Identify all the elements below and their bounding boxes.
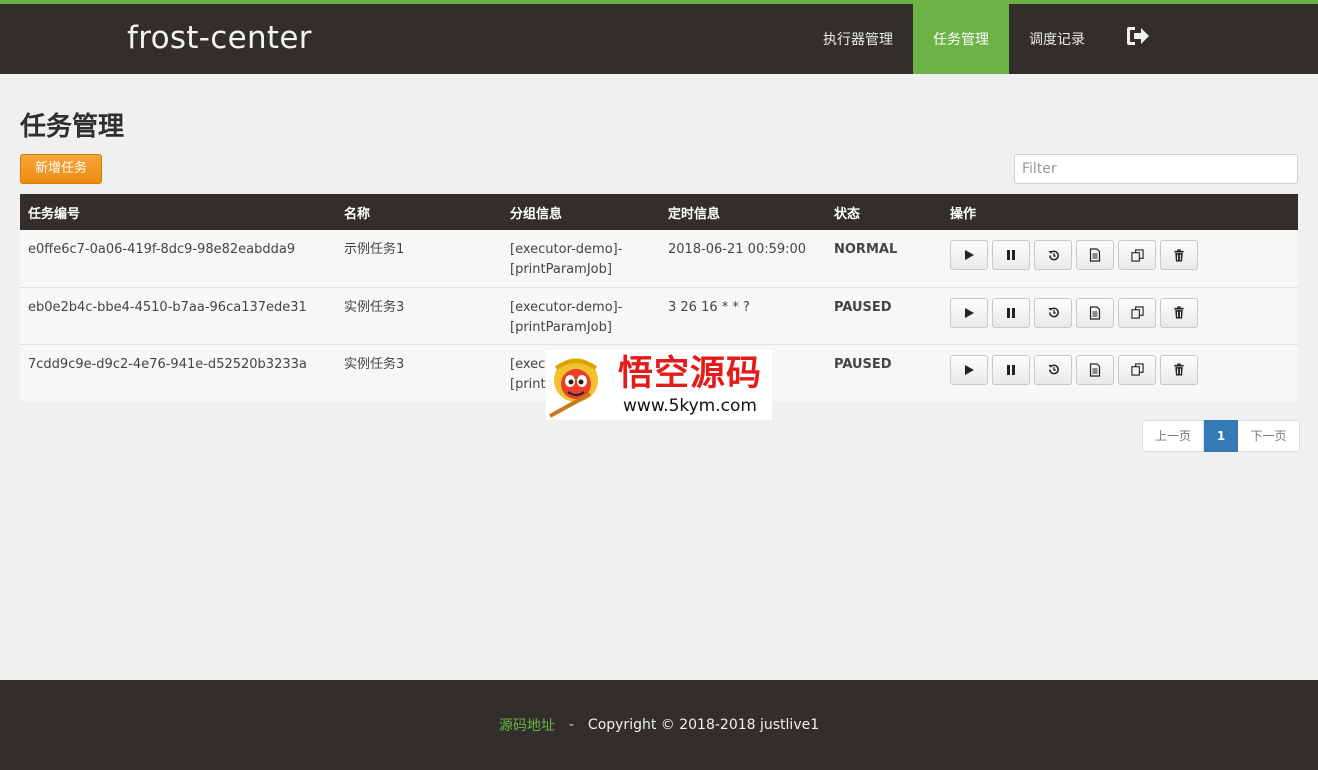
task-group-cell: [executor-demo]-[printParamJob] — [502, 287, 660, 345]
task-schedule-cell: 2018-06-21 00:59:00 — [660, 230, 826, 288]
column-header-status: 状态 — [826, 194, 942, 230]
task-name-cell: 示例任务1 — [336, 230, 502, 288]
play-button[interactable] — [950, 354, 988, 385]
column-header-group: 分组信息 — [502, 194, 660, 230]
log-file-button[interactable] — [1076, 240, 1114, 270]
watermark-url: www.5kym.com — [623, 396, 757, 416]
copy-button[interactable] — [1118, 240, 1156, 270]
column-header-schedule: 定时信息 — [660, 194, 826, 230]
copy-button[interactable] — [1118, 297, 1156, 328]
nav-dispatch-log[interactable]: 调度记录 — [1009, 4, 1105, 74]
table-row: e0ffe6c7-0a06-419f-8dc9-98e82eabdda9 示例任务… — [20, 230, 1298, 288]
pause-button[interactable] — [992, 240, 1030, 270]
watermark-brand-text: 悟空源码 — [617, 353, 762, 394]
play-icon — [963, 307, 975, 319]
watermark-logo: 悟空源码 www.5kym.com — [546, 350, 772, 420]
page-1-button[interactable]: 1 — [1204, 420, 1238, 452]
pause-icon — [1005, 249, 1017, 261]
play-icon — [963, 364, 975, 376]
pause-icon — [1005, 364, 1017, 376]
history-icon — [1047, 249, 1060, 262]
task-id-cell: e0ffe6c7-0a06-419f-8dc9-98e82eabdda9 — [20, 230, 336, 288]
page-title: 任务管理 — [20, 112, 125, 142]
task-name-cell: 实例任务3 — [336, 344, 502, 401]
top-navbar: frost-center 执行器管理 任务管理 调度记录 — [0, 0, 1318, 74]
source-code-link[interactable]: 源码地址 — [499, 715, 555, 735]
add-task-button[interactable]: 新增任务 — [20, 154, 102, 184]
row-actions — [950, 354, 1290, 385]
next-page-button[interactable]: 下一页 — [1238, 420, 1300, 452]
copy-button[interactable] — [1118, 354, 1156, 385]
trash-icon — [1173, 306, 1185, 319]
history-button[interactable] — [1034, 240, 1072, 270]
brand-logo[interactable]: frost-center — [127, 20, 312, 56]
trash-icon — [1173, 248, 1185, 262]
status-badge: NORMAL — [826, 230, 942, 288]
history-button[interactable] — [1034, 297, 1072, 328]
row-actions — [950, 240, 1290, 270]
log-file-icon — [1089, 305, 1101, 320]
row-actions — [950, 297, 1290, 328]
copy-icon — [1130, 306, 1144, 319]
sign-out-icon[interactable] — [1125, 4, 1151, 74]
history-icon — [1047, 306, 1060, 319]
table-row: eb0e2b4c-bbe4-4510-b7aa-96ca137ede31 实例任务… — [20, 287, 1298, 345]
pause-icon — [1005, 307, 1017, 319]
status-badge: PAUSED — [826, 287, 942, 345]
filter-input[interactable] — [1014, 154, 1298, 184]
pause-button[interactable] — [992, 354, 1030, 385]
monkey-king-icon — [549, 358, 598, 418]
task-actions-cell — [942, 344, 1298, 401]
table-header-row: 任务编号 名称 分组信息 定时信息 状态 操作 — [20, 194, 1298, 230]
column-header-name: 名称 — [336, 194, 502, 230]
play-button[interactable] — [950, 297, 988, 328]
history-icon — [1047, 363, 1060, 376]
copy-icon — [1130, 363, 1144, 376]
trash-icon — [1173, 363, 1185, 376]
play-button[interactable] — [950, 240, 988, 270]
task-name-cell: 实例任务3 — [336, 287, 502, 345]
log-file-icon — [1089, 248, 1101, 262]
pause-button[interactable] — [992, 297, 1030, 328]
pagination: 上一页 1 下一页 — [1142, 420, 1300, 452]
trash-button[interactable] — [1160, 297, 1198, 328]
copyright-text: Copyright © 2018-2018 justlive1 — [587, 717, 820, 733]
status-badge: PAUSED — [826, 344, 942, 401]
log-file-icon — [1089, 362, 1101, 377]
history-button[interactable] — [1034, 354, 1072, 385]
task-id-cell: eb0e2b4c-bbe4-4510-b7aa-96ca137ede31 — [20, 287, 336, 345]
trash-button[interactable] — [1160, 240, 1198, 270]
task-actions-cell — [942, 287, 1298, 345]
log-file-button[interactable] — [1076, 297, 1114, 328]
nav-task-management[interactable]: 任务管理 — [913, 4, 1009, 74]
column-header-task-id: 任务编号 — [20, 194, 336, 230]
task-schedule-cell: 3 26 16 * * ? — [660, 287, 826, 345]
footer-separator: - — [568, 717, 574, 733]
trash-button[interactable] — [1160, 354, 1198, 385]
task-group-cell: [executor-demo]-[printParamJob] — [502, 230, 660, 288]
column-header-actions: 操作 — [942, 194, 1298, 230]
task-actions-cell — [942, 230, 1298, 288]
log-file-button[interactable] — [1076, 354, 1114, 385]
task-id-cell: 7cdd9c9e-d9c2-4e76-941e-d52520b3233a — [20, 344, 336, 401]
footer: 源码地址 - Copyright © 2018-2018 justlive1 — [0, 680, 1318, 770]
main-nav: 执行器管理 任务管理 调度记录 — [803, 4, 1151, 74]
nav-executor-management[interactable]: 执行器管理 — [803, 4, 913, 74]
copy-icon — [1130, 248, 1144, 262]
prev-page-button[interactable]: 上一页 — [1142, 420, 1204, 452]
play-icon — [963, 249, 975, 261]
